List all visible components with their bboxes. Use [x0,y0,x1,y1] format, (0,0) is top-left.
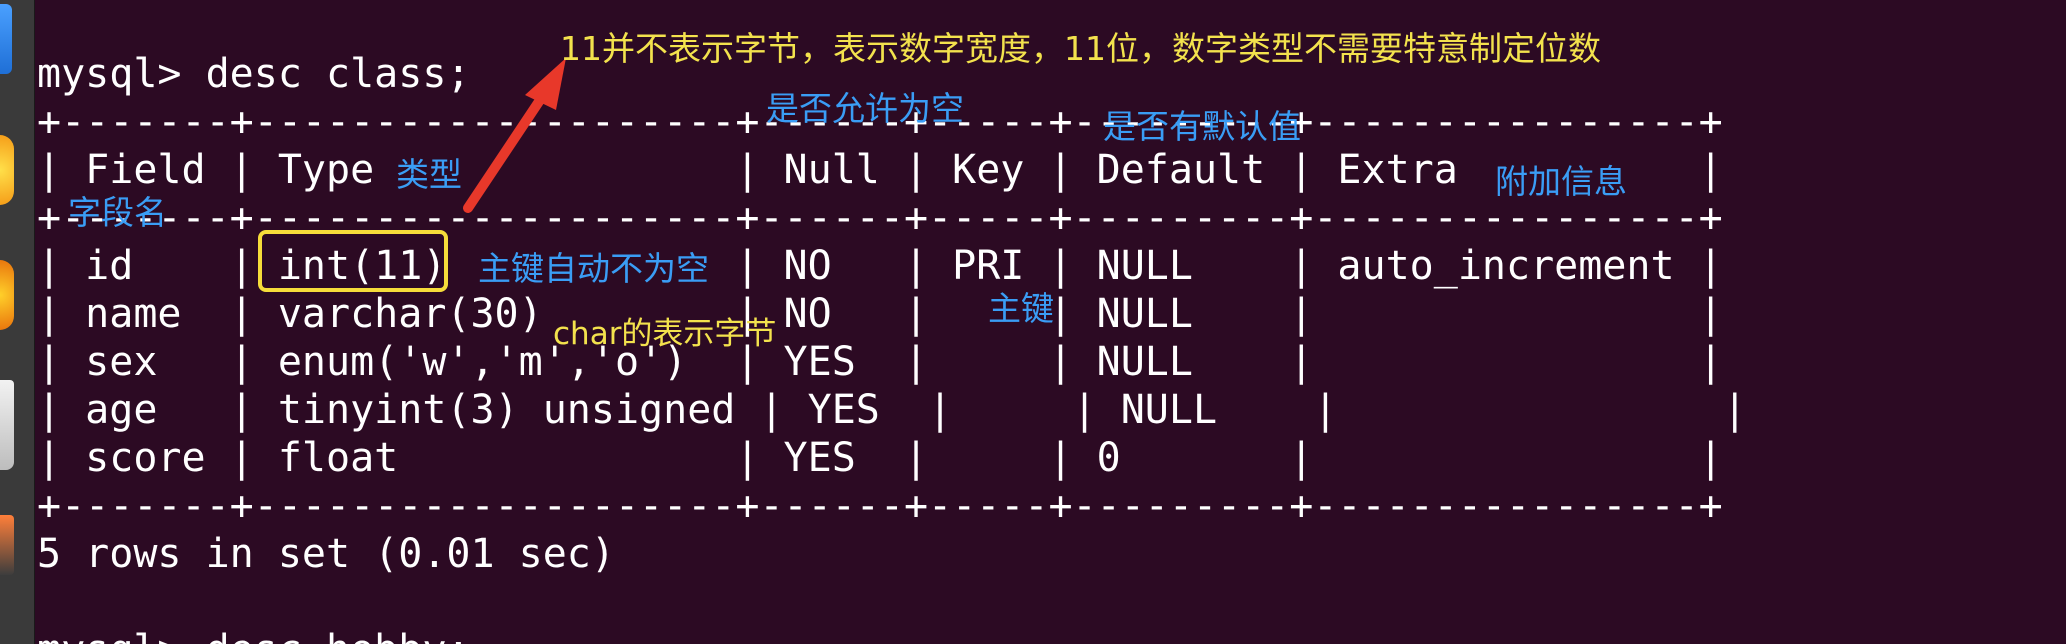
terminal-screenshot: mysql> desc class; +-------+------------… [0,0,2066,644]
char-bytes-annotation: char的表示字节 [553,316,777,352]
null-column-annotation: 是否允许为空 [766,89,964,128]
extra-column-annotation: 附加信息 [1495,162,1627,201]
primary-key-annotation: 主键 [988,289,1054,328]
primary-key-not-null-annotation: 主键自动不为空 [478,249,709,288]
default-column-annotation: 是否有默认值 [1103,107,1301,146]
int-width-annotation: 11并不表示字节，表示数字宽度，11位，数字类型不需要特意制定位数 [560,29,1601,68]
field-column-annotation: 字段名 [68,193,167,232]
type-column-annotation: 类型 [396,155,462,194]
